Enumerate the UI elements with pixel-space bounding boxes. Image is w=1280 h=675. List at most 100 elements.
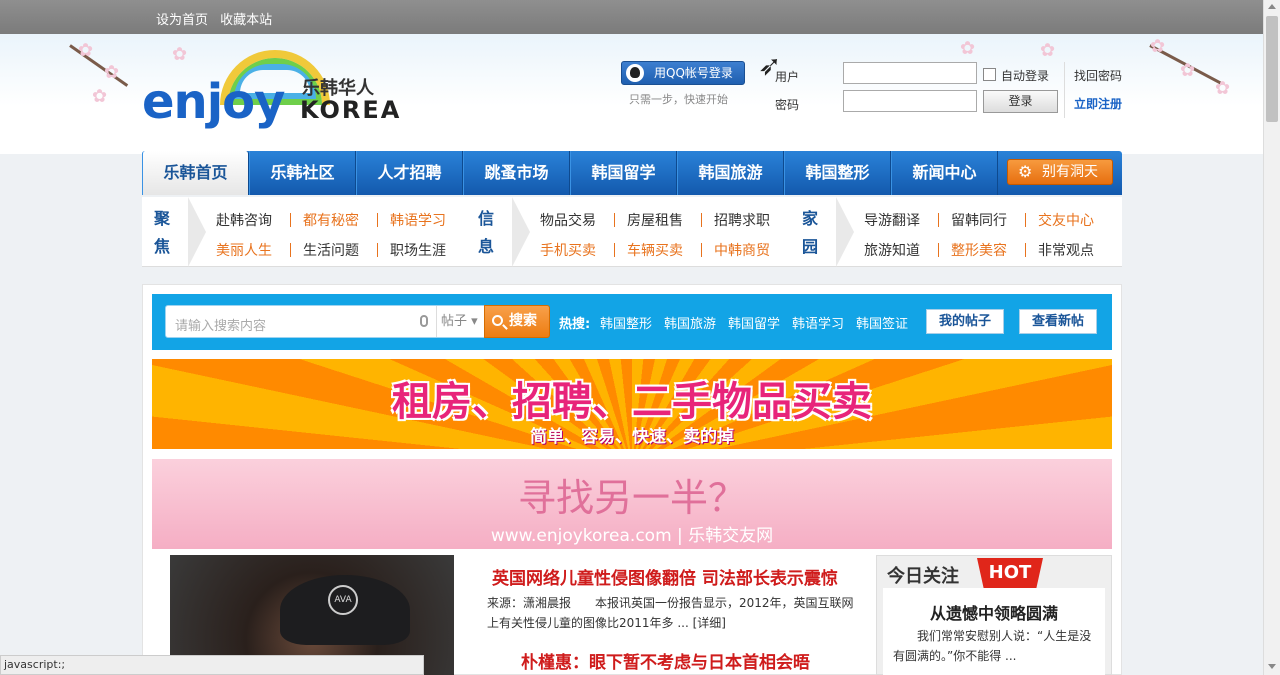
subnav-link[interactable]: 车辆买卖 xyxy=(627,240,683,260)
divider xyxy=(377,243,378,257)
divider xyxy=(938,213,939,227)
chevron-right-icon xyxy=(512,197,530,267)
set-home-link[interactable]: 设为首页 xyxy=(156,13,208,28)
divider xyxy=(1025,243,1026,257)
banner-title: 租房、招聘、二手物品买卖 xyxy=(392,379,872,425)
bookmark-link[interactable]: 收藏本站 xyxy=(220,13,272,28)
nav-home[interactable]: 乐韩首页 xyxy=(142,151,249,195)
group-title-char: 息 xyxy=(477,237,494,256)
hot-search-link[interactable]: 韩语学习 xyxy=(792,313,844,332)
username-label: 用户 xyxy=(775,70,800,84)
microphone-icon[interactable] xyxy=(420,315,428,327)
search-scope-select[interactable]: 帖子 ▾ xyxy=(436,306,478,337)
group-title-char: 信 xyxy=(477,209,494,228)
subnav-link[interactable]: 房屋租售 xyxy=(627,210,683,230)
today-focus-title: 今日关注 xyxy=(887,566,959,587)
password-input[interactable] xyxy=(843,90,977,112)
status-bar: javascript:; xyxy=(0,655,424,675)
blossom-icon: ✿ xyxy=(1215,78,1231,99)
today-focus-content: 从遗憾中领略圆满 我们常常安慰别人说：“人生是没有圆满的。”你不能得 ... xyxy=(883,588,1105,675)
banner-title: 寻找另一半？ xyxy=(517,476,746,520)
subnav-link[interactable]: 旅游知道 xyxy=(864,240,920,260)
divider xyxy=(290,243,291,257)
nav-jobs[interactable]: 人才招聘 xyxy=(356,151,463,195)
subnav-link[interactable]: 职场生涯 xyxy=(390,240,446,260)
nav-community[interactable]: 乐韩社区 xyxy=(249,151,356,195)
special-button[interactable]: ⚙ 别有洞天 xyxy=(1007,159,1113,185)
subnav-link[interactable]: 美丽人生 xyxy=(216,240,272,260)
nav-cosmetic[interactable]: 韩国整形 xyxy=(784,151,891,195)
search-input[interactable]: 请输入搜索内容 帖子 ▾ xyxy=(165,305,485,338)
auto-login-checkbox[interactable] xyxy=(983,68,996,81)
subnav-link[interactable]: 招聘求职 xyxy=(714,210,770,230)
nav-study[interactable]: 韩国留学 xyxy=(570,151,677,195)
qq-login-hint: 只需一步，快速开始 xyxy=(629,93,728,106)
subnav-group-title: 信 息 xyxy=(475,205,497,261)
login-button[interactable]: 登录 xyxy=(983,90,1058,113)
scroll-up-icon[interactable] xyxy=(1268,4,1276,9)
dating-banner[interactable]: 寻找另一半？ www.enjoykorea.com | 乐韩交友网 xyxy=(152,459,1112,549)
hot-search-link[interactable]: 韩国签证 xyxy=(856,313,908,332)
blossom-icon: ✿ xyxy=(1040,40,1056,61)
hot-search-link[interactable]: 韩国留学 xyxy=(728,313,780,332)
subnav-link[interactable]: 都有秘密 xyxy=(303,210,359,230)
subnav-group-title: 聚 焦 xyxy=(151,205,173,261)
scroll-down-icon[interactable] xyxy=(1268,664,1276,669)
qq-login-label: 用QQ帐号登录 xyxy=(654,66,733,80)
subnav-link[interactable]: 赴韩咨询 xyxy=(216,210,272,230)
username-input[interactable] xyxy=(843,62,977,84)
blossom-icon: ✿ xyxy=(1150,36,1166,57)
blossom-icon: ✿ xyxy=(92,86,108,107)
subnav-link[interactable]: 手机买卖 xyxy=(540,240,596,260)
chevron-right-icon xyxy=(836,197,854,267)
today-headline[interactable]: 从遗憾中领略圆满 xyxy=(883,600,1105,624)
blossom-icon: ✿ xyxy=(1180,60,1196,81)
scroll-thumb[interactable] xyxy=(1266,16,1278,122)
find-password-link[interactable]: 找回密码 xyxy=(1074,67,1122,84)
cap-badge: AVA xyxy=(328,585,358,615)
hot-search-label: 热搜: xyxy=(559,317,591,332)
subnav-link[interactable]: 中韩商贸 xyxy=(714,240,770,260)
search-button[interactable]: 搜索 xyxy=(484,305,550,338)
my-posts-button[interactable]: 我的帖子 xyxy=(926,309,1004,334)
hot-search-link[interactable]: 韩国旅游 xyxy=(664,313,716,332)
divider xyxy=(377,213,378,227)
subnav-link[interactable]: 物品交易 xyxy=(540,210,596,230)
classifieds-banner[interactable]: 租房、招聘、二手物品买卖 简单、容易、快速、卖的掉 xyxy=(152,359,1112,449)
group-title-char: 家 xyxy=(801,209,818,228)
group-title-char: 园 xyxy=(801,237,818,256)
divider xyxy=(701,213,702,227)
nav-travel[interactable]: 韩国旅游 xyxy=(677,151,784,195)
search-button-label: 搜索 xyxy=(509,313,537,329)
divider xyxy=(1025,213,1026,227)
subnav-link[interactable]: 交友中心 xyxy=(1038,210,1094,230)
qq-login-button[interactable]: 用QQ帐号登录 xyxy=(621,61,745,85)
hot-search-link[interactable]: 韩国整形 xyxy=(600,313,652,332)
divider xyxy=(614,213,615,227)
gear-icon: ⚙ xyxy=(1018,162,1033,181)
search-placeholder: 请输入搜索内容 xyxy=(175,319,267,334)
divider xyxy=(938,243,939,257)
nav-news[interactable]: 新闻中心 xyxy=(891,151,998,195)
subnav-link[interactable]: 留韩同行 xyxy=(951,210,1007,230)
subnav-link[interactable]: 整形美容 xyxy=(951,240,1007,260)
site-logo[interactable]: enjoy 乐韩华人 KOREA xyxy=(142,50,412,130)
special-label: 别有洞天 xyxy=(1042,164,1098,180)
subnav-link[interactable]: 韩语学习 xyxy=(390,210,446,230)
subnav-link[interactable]: 生活问题 xyxy=(303,240,359,260)
subnav-group-title: 家 园 xyxy=(799,205,821,261)
qq-penguin-icon xyxy=(626,64,644,82)
news-headline[interactable]: 英国网络儿童性侵图像翻倍 司法部长表示震惊 xyxy=(492,564,838,589)
top-bar: 设为首页 收藏本站 xyxy=(0,0,1263,34)
register-link[interactable]: 立即注册 xyxy=(1074,95,1122,112)
subnav-link[interactable]: 导游翻译 xyxy=(864,210,920,230)
logo-korea-text: KOREA xyxy=(300,96,402,124)
nav-flea-market[interactable]: 跳蚤市场 xyxy=(463,151,570,195)
main-nav: 乐韩首页 乐韩社区 人才招聘 跳蚤市场 韩国留学 韩国旅游 韩国整形 新闻中心 … xyxy=(142,151,1122,195)
group-title-char: 聚 xyxy=(153,209,170,228)
news-headline[interactable]: 朴槿惠：眼下暂不考虑与日本首相会晤 xyxy=(521,648,810,673)
new-posts-button[interactable]: 查看新帖 xyxy=(1019,309,1097,334)
vertical-scrollbar[interactable] xyxy=(1263,0,1280,675)
logo-enjoy-text: enjoy xyxy=(142,74,285,130)
subnav-link[interactable]: 非常观点 xyxy=(1038,240,1094,260)
